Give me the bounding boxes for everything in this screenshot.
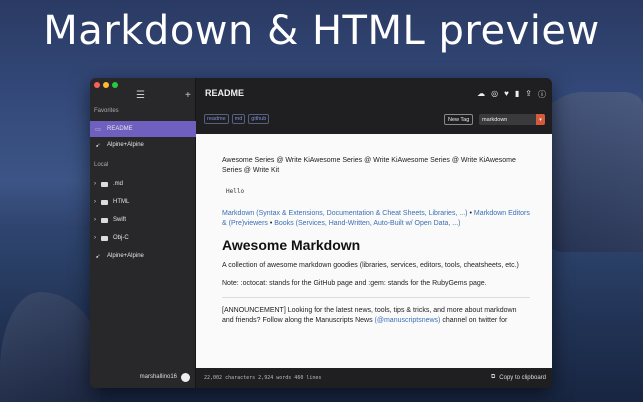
chevron-right-icon[interactable]: › — [94, 235, 96, 241]
preview-links: Markdown (Syntax & Extensions, Documenta… — [222, 209, 530, 229]
folder-icon — [101, 181, 108, 187]
sidebar-item-objc-folder[interactable]: › Obj-C — [90, 230, 196, 246]
username: marshallino16 — [139, 374, 177, 380]
favorite-heart-icon[interactable]: ♥ — [504, 89, 509, 100]
sidebar-item-swift-folder[interactable]: › Swift — [90, 212, 196, 228]
sidebar-item-md-folder[interactable]: › .md — [90, 176, 196, 192]
folder-icon — [101, 199, 108, 205]
sidebar-item-alpine-local[interactable]: ➹ Alpine+Alpine — [90, 248, 196, 264]
status-bar: 22,002 characters 2,924 words 460 lines … — [196, 368, 552, 388]
copy-icon: ⧉ — [491, 374, 496, 380]
folder-icon — [101, 217, 108, 223]
hide-preview-icon[interactable]: ◎ — [491, 89, 498, 100]
trash-icon[interactable]: ▮ — [515, 89, 519, 100]
sidebar-item-readme[interactable]: ▭ README — [90, 121, 196, 137]
chevron-right-icon[interactable]: › — [94, 217, 96, 223]
tag-chip[interactable]: md — [231, 114, 246, 124]
code-block: Hello — [226, 188, 245, 195]
document-title: README — [205, 88, 245, 98]
tag-select[interactable]: markdown ▾ — [479, 114, 545, 125]
markdown-preview: Awesome Series @ Write KiAwesome Series … — [196, 134, 552, 368]
sidebar-item-label: Swift — [113, 217, 127, 223]
cloud-upload-icon[interactable]: ☁ — [477, 89, 485, 100]
toolbar-actions: ☁ ◎ ♥ ▮ ⇪ ⓘ — [477, 89, 546, 100]
sidebar-item-label: README — [107, 126, 133, 132]
sidebar-item-label: HTML — [113, 199, 130, 205]
swift-bird-icon: ➹ — [95, 142, 101, 149]
preview-paragraph: [ANNOUNCEMENT] Looking for the latest ne… — [222, 306, 530, 326]
preview-paragraph: Note: :octocat: stands for the GitHub pa… — [222, 280, 487, 287]
sidebar-item-html-folder[interactable]: › HTML — [90, 194, 196, 210]
folder-icon — [101, 235, 108, 241]
sidebar: ☰ + Favorites ▭ README ➹ Alpine+Alpine L… — [90, 78, 196, 388]
hero-title: Markdown & HTML preview — [43, 8, 600, 54]
document-stats: 22,002 characters 2,924 words 460 lines — [204, 375, 322, 381]
divider — [222, 297, 530, 298]
minimize-window-button[interactable] — [103, 82, 109, 88]
github-icon[interactable] — [181, 372, 190, 382]
announcement-text: channel on twitter for — [440, 317, 508, 324]
preview-link[interactable]: Markdown (Syntax & Extensions, Documenta… — [222, 210, 468, 217]
copy-label: Copy to clipboard — [499, 374, 546, 381]
sidebar-item-alpine-favorite[interactable]: ➹ Alpine+Alpine — [90, 137, 196, 153]
chevron-down-icon[interactable]: ▾ — [536, 114, 545, 125]
sidebar-item-label: .md — [113, 181, 124, 187]
preview-paragraph: Awesome Series @ Write KiAwesome Series … — [222, 157, 516, 174]
chevron-right-icon[interactable]: › — [94, 199, 96, 205]
sidebar-item-label: Alpine+Alpine — [107, 253, 144, 259]
app-window: ☰ + Favorites ▭ README ➹ Alpine+Alpine L… — [90, 78, 552, 388]
sidebar-item-label: Obj-C — [113, 235, 129, 241]
preview-heading: Awesome Markdown — [222, 237, 361, 253]
zoom-window-button[interactable] — [112, 82, 118, 88]
user-footer: marshallino16 — [90, 366, 196, 388]
swift-bird-icon: ➹ — [95, 253, 101, 260]
info-icon[interactable]: ⓘ — [538, 89, 546, 100]
preview-link[interactable]: Books (Services, Hand-Written, Auto-Buil… — [274, 220, 460, 227]
chevron-right-icon[interactable]: › — [94, 181, 96, 187]
copy-to-clipboard-button[interactable]: ⧉ Copy to clipboard — [491, 374, 546, 381]
local-header: Local — [94, 162, 109, 168]
close-window-button[interactable] — [94, 82, 100, 88]
tag-chip[interactable]: github — [248, 114, 270, 124]
favorites-header: Favorites — [94, 108, 119, 114]
window-controls — [94, 82, 118, 88]
share-icon[interactable]: ⇪ — [525, 89, 532, 100]
tag-chip[interactable]: readme — [204, 114, 229, 124]
toolbar: README ☁ ◎ ♥ ▮ ⇪ ⓘ — [196, 78, 552, 108]
preview-link[interactable]: (@manuscriptsnews) — [375, 317, 441, 324]
preview-paragraph: A collection of awesome markdown goodies… — [222, 262, 519, 269]
md-icon: ▭ — [95, 126, 101, 133]
list-settings-icon[interactable]: ☰ — [136, 90, 145, 101]
new-tag-button[interactable]: New Tag — [444, 114, 474, 125]
tag-select-value: markdown — [482, 116, 508, 123]
sidebar-item-label: Alpine+Alpine — [107, 142, 144, 148]
add-icon[interactable]: + — [185, 90, 191, 101]
editor-area: README ☁ ◎ ♥ ▮ ⇪ ⓘ readme md github New … — [196, 78, 552, 388]
